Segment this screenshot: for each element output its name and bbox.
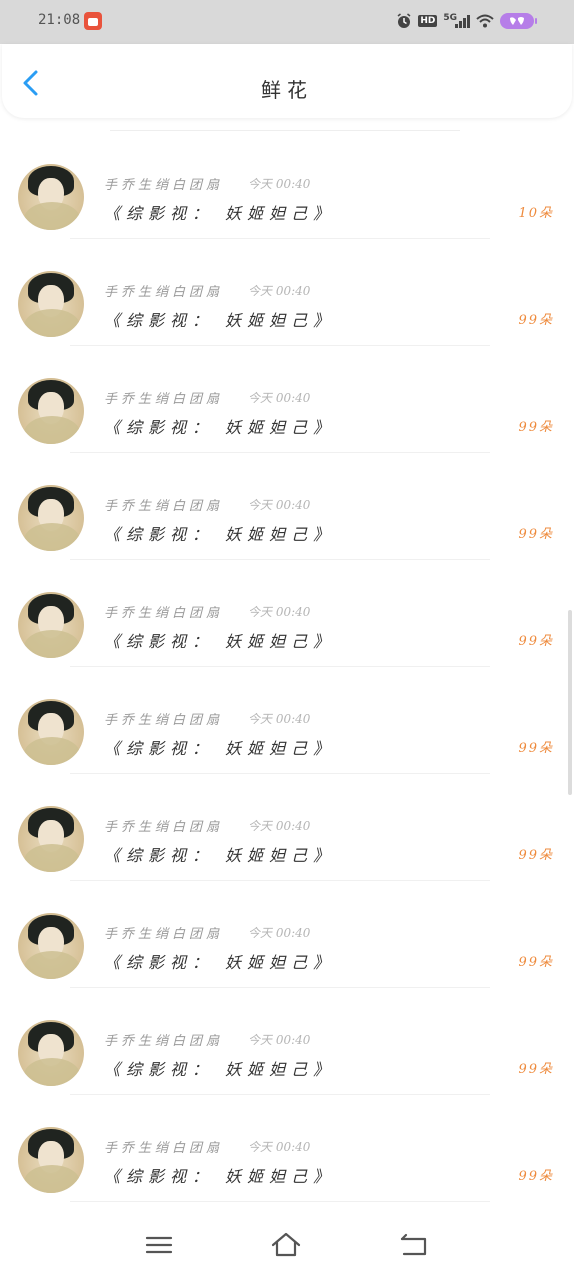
status-icons: HD 5G [396, 11, 537, 31]
back-nav-button[interactable] [398, 1230, 430, 1260]
list-item[interactable]: 手乔生绡白团扇 今天 00:40 《综影视： 妖姬妲己》 10朵 [0, 132, 574, 239]
status-time: 21:08 [38, 12, 81, 28]
item-time: 今天 00:40 [248, 284, 311, 298]
list-item[interactable]: 手乔生绡白团扇 今天 00:40 《综影视： 妖姬妲己》 99朵 [0, 239, 574, 346]
avatar [18, 806, 84, 872]
list-item[interactable]: 手乔生绡白团扇 今天 00:40 《综影视： 妖姬妲己》 99朵 [0, 346, 574, 453]
sender-name: 手乔生绡白团扇 [104, 713, 224, 728]
status-bar: 21:08 HD 5G [0, 0, 574, 44]
flower-count: 99朵 [518, 955, 554, 970]
item-message: 《综影视： 妖姬妲己》 [104, 311, 336, 330]
scrollbar[interactable] [568, 610, 572, 795]
avatar [18, 1127, 84, 1193]
back-icon [400, 1233, 427, 1256]
row-divider [70, 1201, 490, 1202]
avatar [18, 164, 84, 230]
sender-name: 手乔生绡白团扇 [104, 178, 224, 193]
list-item[interactable]: 手乔生绡白团扇 今天 00:40 《综影视： 妖姬妲己》 99朵 [0, 1095, 574, 1202]
network-label: 5G [443, 13, 457, 23]
flower-count: 10朵 [518, 206, 554, 221]
wifi-icon [476, 14, 494, 28]
system-nav-bar [0, 1206, 574, 1280]
sender-name: 手乔生绡白团扇 [104, 285, 224, 300]
item-message: 《综影视： 妖姬妲己》 [104, 1060, 336, 1079]
sender-name: 手乔生绡白团扇 [104, 1141, 224, 1156]
item-message: 《综影视： 妖姬妲己》 [104, 1167, 336, 1186]
item-time: 今天 00:40 [248, 1140, 311, 1154]
item-time: 今天 00:40 [248, 712, 311, 726]
item-message: 《综影视： 妖姬妲己》 [104, 953, 336, 972]
list-item[interactable]: 手乔生绡白团扇 今天 00:40 《综影视： 妖姬妲己》 99朵 [0, 453, 574, 560]
flower-count: 99朵 [518, 1062, 554, 1077]
item-time: 今天 00:40 [248, 926, 311, 940]
avatar [18, 271, 84, 337]
flower-count: 99朵 [518, 741, 554, 756]
item-message: 《综影视： 妖姬妲己》 [104, 846, 336, 865]
item-message: 《综影视： 妖姬妲己》 [104, 204, 336, 223]
hd-icon: HD [418, 15, 438, 27]
menu-icon [145, 1236, 173, 1254]
alarm-icon [397, 13, 411, 28]
item-time: 今天 00:40 [248, 819, 311, 833]
sender-name: 手乔生绡白团扇 [104, 606, 224, 621]
home-icon [271, 1232, 301, 1257]
header-bar: 鲜花 [2, 44, 572, 118]
list-top-divider [110, 130, 460, 131]
item-message: 《综影视： 妖姬妲己》 [104, 632, 336, 651]
item-time: 今天 00:40 [248, 605, 311, 619]
sender-name: 手乔生绡白团扇 [104, 820, 224, 835]
list-item[interactable]: 手乔生绡白团扇 今天 00:40 《综影视： 妖姬妲己》 99朵 [0, 560, 574, 667]
flower-count: 99朵 [518, 313, 554, 328]
flower-count: 99朵 [518, 634, 554, 649]
list-item[interactable]: 手乔生绡白团扇 今天 00:40 《综影视： 妖姬妲己》 99朵 [0, 881, 574, 988]
item-message: 《综影视： 妖姬妲己》 [104, 525, 336, 544]
avatar [18, 592, 84, 658]
home-button[interactable] [270, 1230, 302, 1260]
sender-name: 手乔生绡白团扇 [104, 499, 224, 514]
list-item[interactable]: 手乔生绡白团扇 今天 00:40 《综影视： 妖姬妲己》 99朵 [0, 774, 574, 881]
page-title: 鲜花 [261, 78, 313, 102]
avatar [18, 378, 84, 444]
flower-count: 99朵 [518, 420, 554, 435]
avatar [18, 1020, 84, 1086]
flower-count: 99朵 [518, 848, 554, 863]
item-time: 今天 00:40 [248, 391, 311, 405]
list-item[interactable]: 手乔生绡白团扇 今天 00:40 《综影视： 妖姬妲己》 99朵 [0, 988, 574, 1095]
list-item[interactable]: 手乔生绡白团扇 今天 00:40 《综影视： 妖姬妲己》 99朵 [0, 667, 574, 774]
sender-name: 手乔生绡白团扇 [104, 392, 224, 407]
avatar [18, 699, 84, 765]
item-time: 今天 00:40 [248, 177, 311, 191]
avatar [18, 913, 84, 979]
menu-button[interactable] [143, 1230, 175, 1260]
flower-count: 99朵 [518, 1169, 554, 1184]
battery-icon [500, 13, 537, 29]
notification-app-icon [84, 12, 102, 30]
sender-name: 手乔生绡白团扇 [104, 1034, 224, 1049]
avatar [18, 485, 84, 551]
item-time: 今天 00:40 [248, 1033, 311, 1047]
item-message: 《综影视： 妖姬妲己》 [104, 418, 336, 437]
item-time: 今天 00:40 [248, 498, 311, 512]
sender-name: 手乔生绡白团扇 [104, 927, 224, 942]
item-message: 《综影视： 妖姬妲己》 [104, 739, 336, 758]
flower-count: 99朵 [518, 527, 554, 542]
5g-signal-icon: 5G [443, 13, 470, 28]
